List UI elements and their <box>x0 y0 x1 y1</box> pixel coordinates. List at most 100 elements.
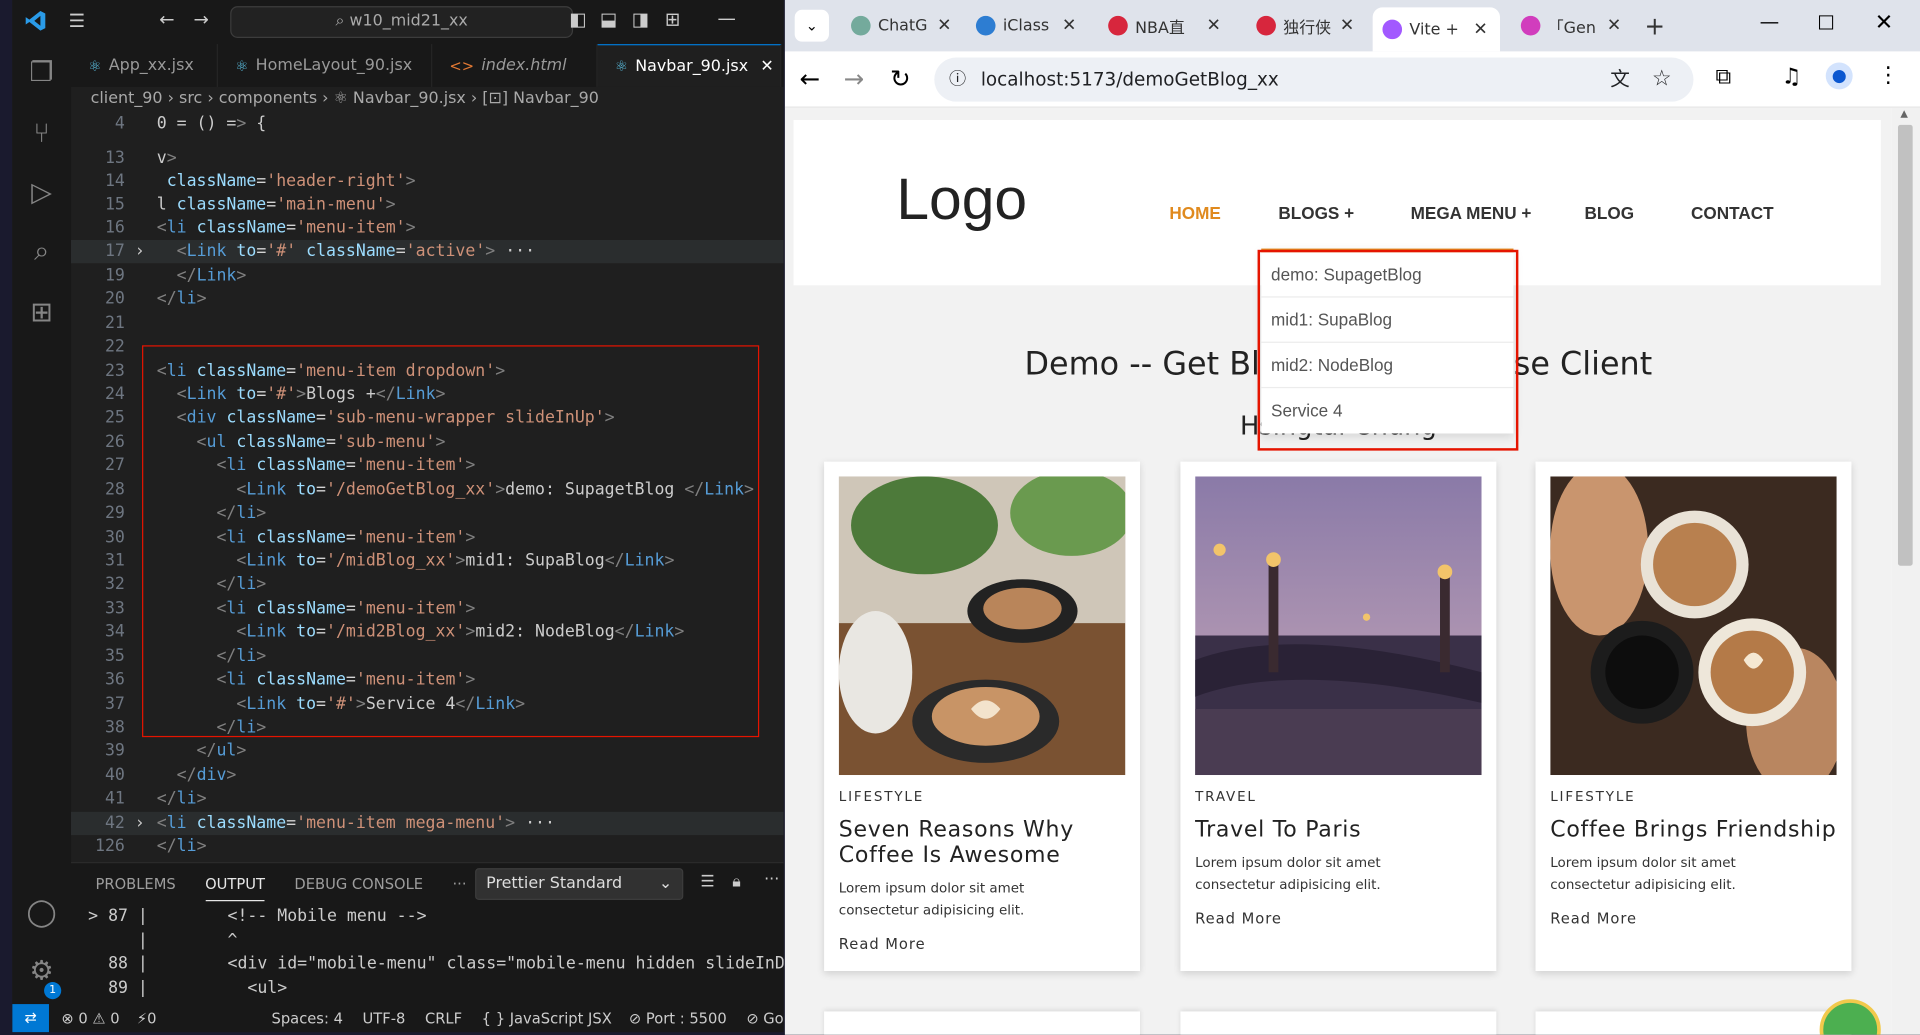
status-problems[interactable]: ⊗ 0 ⚠ 0 <box>61 1010 119 1027</box>
code-line[interactable]: 15 l className='main-menu'> <box>71 193 784 216</box>
close-tab-icon[interactable]: ✕ <box>1473 20 1487 40</box>
site-info-icon[interactable]: ⓘ <box>949 58 966 102</box>
status-spaces[interactable]: Spaces: 4 <box>272 1010 343 1027</box>
code-line[interactable]: 126 </li> <box>71 835 784 858</box>
tab-search-icon[interactable]: ⌄ <box>794 9 829 42</box>
chat-widget-icon[interactable] <box>1819 999 1881 1035</box>
tab-index-html[interactable]: <> index.html <box>432 44 598 87</box>
coffee-cups-image[interactable] <box>1550 476 1837 776</box>
tab-app-xx[interactable]: ⚛ App_xx.jsx <box>71 44 218 87</box>
close-tab-icon[interactable]: ✕ <box>1607 16 1621 36</box>
minimize-icon[interactable]: — <box>1760 10 1780 33</box>
more-actions-icon[interactable]: ··· <box>764 871 779 889</box>
back-arrow-icon[interactable]: ← <box>159 9 174 31</box>
code-line[interactable]: 39 </ul> <box>71 740 784 763</box>
toggle-sidebar-icon[interactable]: ◧ <box>569 9 586 31</box>
back-arrow-icon[interactable]: ← <box>800 64 821 93</box>
page-scrollbar[interactable]: ▲ <box>1891 107 1920 1035</box>
nav-mega-menu[interactable]: MEGA MENU + <box>1411 203 1532 223</box>
translate-icon[interactable]: 文 <box>1610 58 1630 102</box>
browser-tab[interactable]: ChatG ✕ <box>841 9 963 43</box>
code-line[interactable]: 21 <box>71 312 784 335</box>
tab-navbar[interactable]: ⚛ Navbar_90.jsx ✕ <box>597 44 782 87</box>
status-port[interactable]: ⊘ Port : 5500 <box>629 1010 727 1027</box>
extensions-icon[interactable]: ⊞ <box>24 296 58 330</box>
remote-icon[interactable]: ⇄ <box>12 1004 50 1033</box>
new-tab-icon[interactable]: + <box>1645 11 1666 40</box>
profile-avatar-icon[interactable]: ● <box>1825 62 1853 90</box>
read-more-link[interactable]: Read More <box>1550 910 1637 927</box>
bookmark-star-icon[interactable]: ☆ <box>1652 58 1672 102</box>
code-line[interactable]: 40 </div> <box>71 764 784 787</box>
close-window-icon[interactable]: ✕ <box>1875 10 1893 36</box>
read-more-link[interactable]: Read More <box>1195 910 1282 927</box>
tab-homelayout[interactable]: ⚛ HomeLayout_90.jsx <box>218 44 433 87</box>
paris-bridge-image[interactable] <box>1195 476 1482 776</box>
code-line[interactable]: 14 className='header-right'> <box>71 170 784 193</box>
lock-icon[interactable]: 🔒︎ <box>732 873 740 891</box>
code-line[interactable]: 16 <li className='menu-item'> <box>71 217 784 240</box>
browser-tab[interactable]: 独行侠 ✕ <box>1247 9 1367 43</box>
code-line[interactable]: 20 </li> <box>71 288 784 311</box>
browser-tab[interactable]: iClass ✕ <box>966 9 1088 43</box>
nav-blogs[interactable]: BLOGS + <box>1278 203 1354 223</box>
address-bar[interactable]: ⓘ localhost:5173/demoGetBlog_xx 文 ☆ <box>934 57 1694 102</box>
code-line[interactable]: 19 </Link> <box>71 264 784 287</box>
blog-card[interactable] <box>824 1011 1141 1035</box>
source-control-icon[interactable]: ⑂ <box>24 118 58 152</box>
coffee-image[interactable] <box>838 476 1126 776</box>
site-logo[interactable]: Logo <box>896 167 1027 234</box>
browser-tab[interactable]: NBA直 ✕ <box>1098 9 1233 43</box>
account-icon[interactable]: ◯ <box>24 896 58 930</box>
close-icon[interactable]: ✕ <box>760 57 773 75</box>
status-golive[interactable]: ⊘ Go <box>746 1010 783 1027</box>
status-eol[interactable]: CRLF <box>425 1010 462 1027</box>
close-tab-icon[interactable]: ✕ <box>1340 16 1354 36</box>
fold-chevron-icon[interactable]: › <box>135 812 145 835</box>
kebab-menu-icon[interactable]: ⋮ <box>1877 62 1899 88</box>
code-line[interactable]: 41 </li> <box>71 787 784 810</box>
menu-icon[interactable]: ☰ <box>69 10 85 32</box>
blog-card[interactable] <box>1535 1011 1852 1035</box>
nav-home[interactable]: HOME <box>1169 203 1220 223</box>
explorer-icon[interactable]: ❐ <box>24 56 58 90</box>
code-line[interactable]: 4 0 = () => { <box>71 113 784 136</box>
blog-card[interactable]: TRAVEL Travel To Paris Lorem ipsum dolor… <box>1180 461 1497 972</box>
customize-layout-icon[interactable]: ⊞ <box>665 9 680 31</box>
search-icon[interactable]: ⌕ <box>24 235 58 269</box>
breadcrumb[interactable]: client_90 › src › components › ⚛ Navbar_… <box>91 89 599 107</box>
tab-output[interactable]: OUTPUT <box>205 876 266 902</box>
reload-icon[interactable]: ↻ <box>890 64 911 93</box>
toggle-panel-icon[interactable]: ⬓ <box>600 9 617 31</box>
blog-card[interactable] <box>1180 1011 1497 1035</box>
browser-tab[interactable]: Vite + ✕ <box>1372 7 1501 52</box>
card-title[interactable]: Travel To Paris <box>1195 817 1484 843</box>
clear-output-icon[interactable]: ☰ <box>700 873 714 891</box>
code-line[interactable]: 17 › <Link to='#' className='active'> ··· <box>71 240 784 264</box>
nav-blog[interactable]: BLOG <box>1585 203 1635 223</box>
card-title[interactable]: Seven Reasons Why Coffee Is Awesome <box>839 817 1128 868</box>
close-tab-icon[interactable]: ✕ <box>937 16 951 36</box>
forward-arrow-icon[interactable]: → <box>844 64 865 93</box>
maximize-icon[interactable]: ☐ <box>1817 11 1835 34</box>
tab-problems[interactable]: PROBLEMS <box>96 876 176 902</box>
read-more-link[interactable]: Read More <box>839 936 926 953</box>
status-language[interactable]: { } JavaScript JSX <box>482 1010 612 1027</box>
forward-arrow-icon[interactable]: → <box>193 9 208 31</box>
close-tab-icon[interactable]: ✕ <box>1206 16 1220 36</box>
extensions-icon[interactable]: ⧉ <box>1716 64 1732 90</box>
browser-tab[interactable]: 「Gen ✕ <box>1511 9 1633 43</box>
card-title[interactable]: Coffee Brings Friendship <box>1550 817 1839 843</box>
blog-card[interactable]: LIFESTYLE Coffee Brings Friendship Lorem… <box>1535 461 1852 972</box>
code-line[interactable]: 42 › <li className='menu-item mega-menu'> … <box>71 811 784 836</box>
status-ports[interactable]: ⚡0 <box>137 1010 157 1027</box>
more-icon[interactable]: ··· <box>452 876 466 902</box>
blog-card[interactable]: LIFESTYLE Seven Reasons Why Coffee Is Aw… <box>824 461 1141 972</box>
fold-chevron-icon[interactable]: › <box>135 240 145 263</box>
status-encoding[interactable]: UTF-8 <box>363 1010 406 1027</box>
minimize-icon[interactable]: — <box>718 7 736 29</box>
media-controls-icon[interactable]: ♫ <box>1782 64 1802 90</box>
close-tab-icon[interactable]: ✕ <box>1062 16 1076 36</box>
tab-debug-console[interactable]: DEBUG CONSOLE <box>294 876 423 902</box>
scroll-up-icon[interactable]: ▲ <box>1900 108 1908 119</box>
